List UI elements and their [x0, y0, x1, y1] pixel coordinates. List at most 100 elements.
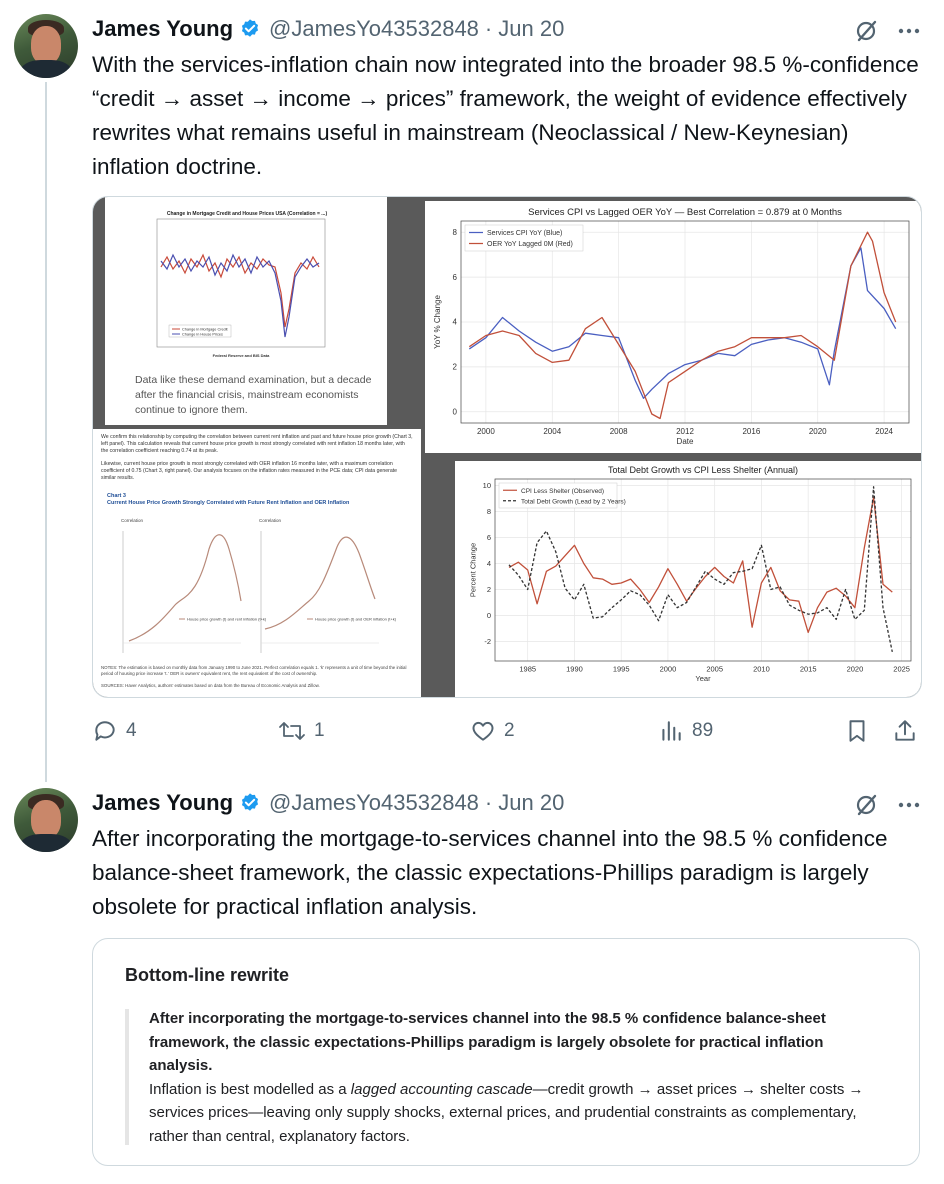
header-icons [854, 18, 922, 44]
separator-dot: · [484, 790, 493, 815]
x-tick-label: 2024 [875, 427, 893, 436]
x-tick-label: 2020 [809, 427, 827, 436]
y-tick-label: 6 [487, 533, 491, 542]
x-tick-label: 2008 [610, 427, 628, 436]
x-tick-label: 2025 [893, 665, 910, 674]
chart3-axis-label-left: Correlation [121, 518, 144, 523]
chart3-right-legend: House price growth (t) and OER inflation… [315, 617, 397, 622]
chart3-correlation-plots: Correlation Correlation House price grow… [121, 518, 397, 653]
x-tick-label: 2005 [706, 665, 723, 674]
verified-badge-icon [241, 19, 259, 37]
more-options-icon[interactable] [896, 792, 922, 818]
y-tick-label: 8 [487, 507, 491, 516]
reply-button[interactable]: 4 [92, 718, 137, 744]
grok-icon[interactable] [854, 792, 880, 818]
bookmark-button[interactable] [844, 718, 870, 744]
series-line-2 [468, 231, 897, 420]
chart3-notes: NOTES: The estimation is based on monthl… [101, 665, 407, 676]
mortgage-legend-2: Change in House Prices [182, 333, 223, 337]
x-tick-label: 2012 [676, 427, 694, 436]
debt-growth-chart: Total Debt Growth vs CPI Less Shelter (A… [469, 465, 912, 683]
grok-icon[interactable] [854, 18, 880, 44]
tweet-date[interactable]: Jun 20 [498, 16, 564, 42]
tweet-text: After incorporating the mortgage-to-serv… [92, 826, 888, 919]
avatar[interactable] [14, 14, 78, 78]
avatar[interactable] [14, 788, 78, 852]
share-icon [895, 720, 915, 741]
x-tick-label: 2016 [742, 427, 760, 436]
y-axis-label: Percent Change [469, 543, 478, 597]
series-line-1 [508, 496, 893, 634]
x-axis-label: Year [695, 674, 711, 683]
chart-title: Services CPI vs Lagged OER YoY — Best Co… [528, 207, 842, 218]
y-tick-label: 10 [483, 481, 491, 490]
media-image-4[interactable]: Total Debt Growth vs CPI Less Shelter (A… [455, 461, 921, 697]
quote-title: Bottom-line rewrite [125, 965, 290, 985]
more-options-icon[interactable] [896, 18, 922, 44]
reply-icon [95, 721, 115, 741]
view-count: 89 [692, 720, 714, 741]
repost-count: 1 [314, 720, 325, 741]
x-tick-label: 1995 [613, 665, 630, 674]
y-tick-label: 0 [453, 407, 458, 416]
tweet-header: James Young @JamesYo43532848 · Jun 20 [92, 14, 564, 44]
x-tick-label: 2015 [800, 665, 817, 674]
media-image-2[interactable]: Services CPI vs Lagged OER YoY — Best Co… [425, 201, 921, 453]
chart3-sources: SOURCES: Haver Analytics, authors' estim… [101, 683, 320, 688]
chart-title: Total Debt Growth vs CPI Less Shelter (A… [608, 465, 798, 475]
chart3-left-legend: House price growth (t) and rent inflatio… [187, 617, 267, 622]
tweet-date[interactable]: Jun 20 [498, 790, 564, 816]
author-name[interactable]: James Young [92, 790, 233, 816]
tweet-header: James Young @JamesYo43532848 · Jun 20 [92, 788, 564, 818]
quote-body: After incorporating the mortgage-to-serv… [149, 1007, 889, 1148]
x-tick-label: 1985 [519, 665, 536, 674]
mortgage-legend-1: Change in Mortgage Credit [182, 328, 229, 332]
x-tick-label: 2000 [660, 665, 677, 674]
quote-paragraph: Inflation is best modelled as a lagged a… [149, 1078, 889, 1149]
x-tick-label: 2000 [477, 427, 495, 436]
x-tick-label: 2020 [847, 665, 864, 674]
quote-prefix: Inflation is best modelled as a [149, 1080, 351, 1098]
series-line-1 [468, 247, 897, 399]
repost-button[interactable]: 1 [278, 718, 325, 744]
y-tick-label: 4 [453, 318, 458, 327]
y-tick-label: 2 [487, 585, 491, 594]
media-image-3[interactable]: We confirm this relationship by computin… [93, 429, 421, 697]
x-axis-label: Date [677, 437, 694, 446]
services-cpi-chart: Services CPI vs Lagged OER YoY — Best Co… [433, 207, 910, 446]
y-tick-label: 8 [453, 228, 458, 237]
quoted-card[interactable]: Bottom-line rewrite After incorporating … [92, 938, 920, 1166]
chart3-axis-label-right: Correlation [259, 518, 282, 523]
y-tick-label: 6 [453, 273, 458, 282]
heart-icon [472, 721, 494, 741]
like-count: 2 [504, 720, 515, 741]
views-chart-icon [662, 721, 681, 741]
legend-entry: OER YoY Lagged 0M (Red) [487, 241, 573, 248]
repost-icon [279, 722, 305, 740]
y-tick-label: 2 [453, 363, 458, 372]
share-button[interactable] [892, 718, 918, 744]
blockquote-bar [125, 1009, 129, 1145]
tweet-text: With the services-inflation chain now in… [92, 52, 919, 179]
bookmark-icon [849, 720, 865, 742]
author-handle[interactable]: @JamesYo43532848 [269, 16, 479, 42]
header-icons [854, 792, 922, 818]
quote-bold-paragraph: After incorporating the mortgage-to-serv… [149, 1010, 826, 1074]
y-tick-label: 0 [487, 611, 491, 620]
quote-italic: lagged accounting cascade [350, 1080, 533, 1098]
legend-entry: CPI Less Shelter (Observed) [521, 488, 604, 495]
x-tick-label: 2010 [753, 665, 770, 674]
views-button[interactable]: 89 [658, 718, 713, 744]
reply-count: 4 [126, 720, 137, 741]
separator-dot: · [484, 16, 493, 41]
author-handle[interactable]: @JamesYo43532848 [269, 790, 479, 816]
mortgage-chart-source: Federal Reserve and BIS Data [213, 353, 270, 358]
action-bar: 4 1 2 89 [92, 718, 922, 748]
y-axis-label: YoY % Change [433, 295, 442, 349]
like-button[interactable]: 2 [470, 718, 515, 744]
author-name[interactable]: James Young [92, 16, 233, 42]
media-image-1[interactable]: Change in Mortgage Credit and House Pric… [105, 197, 387, 425]
media-grid[interactable]: Change in Mortgage Credit and House Pric… [92, 196, 922, 698]
y-tick-label: 4 [487, 559, 491, 568]
legend-entry: Services CPI YoY (Blue) [487, 230, 562, 237]
